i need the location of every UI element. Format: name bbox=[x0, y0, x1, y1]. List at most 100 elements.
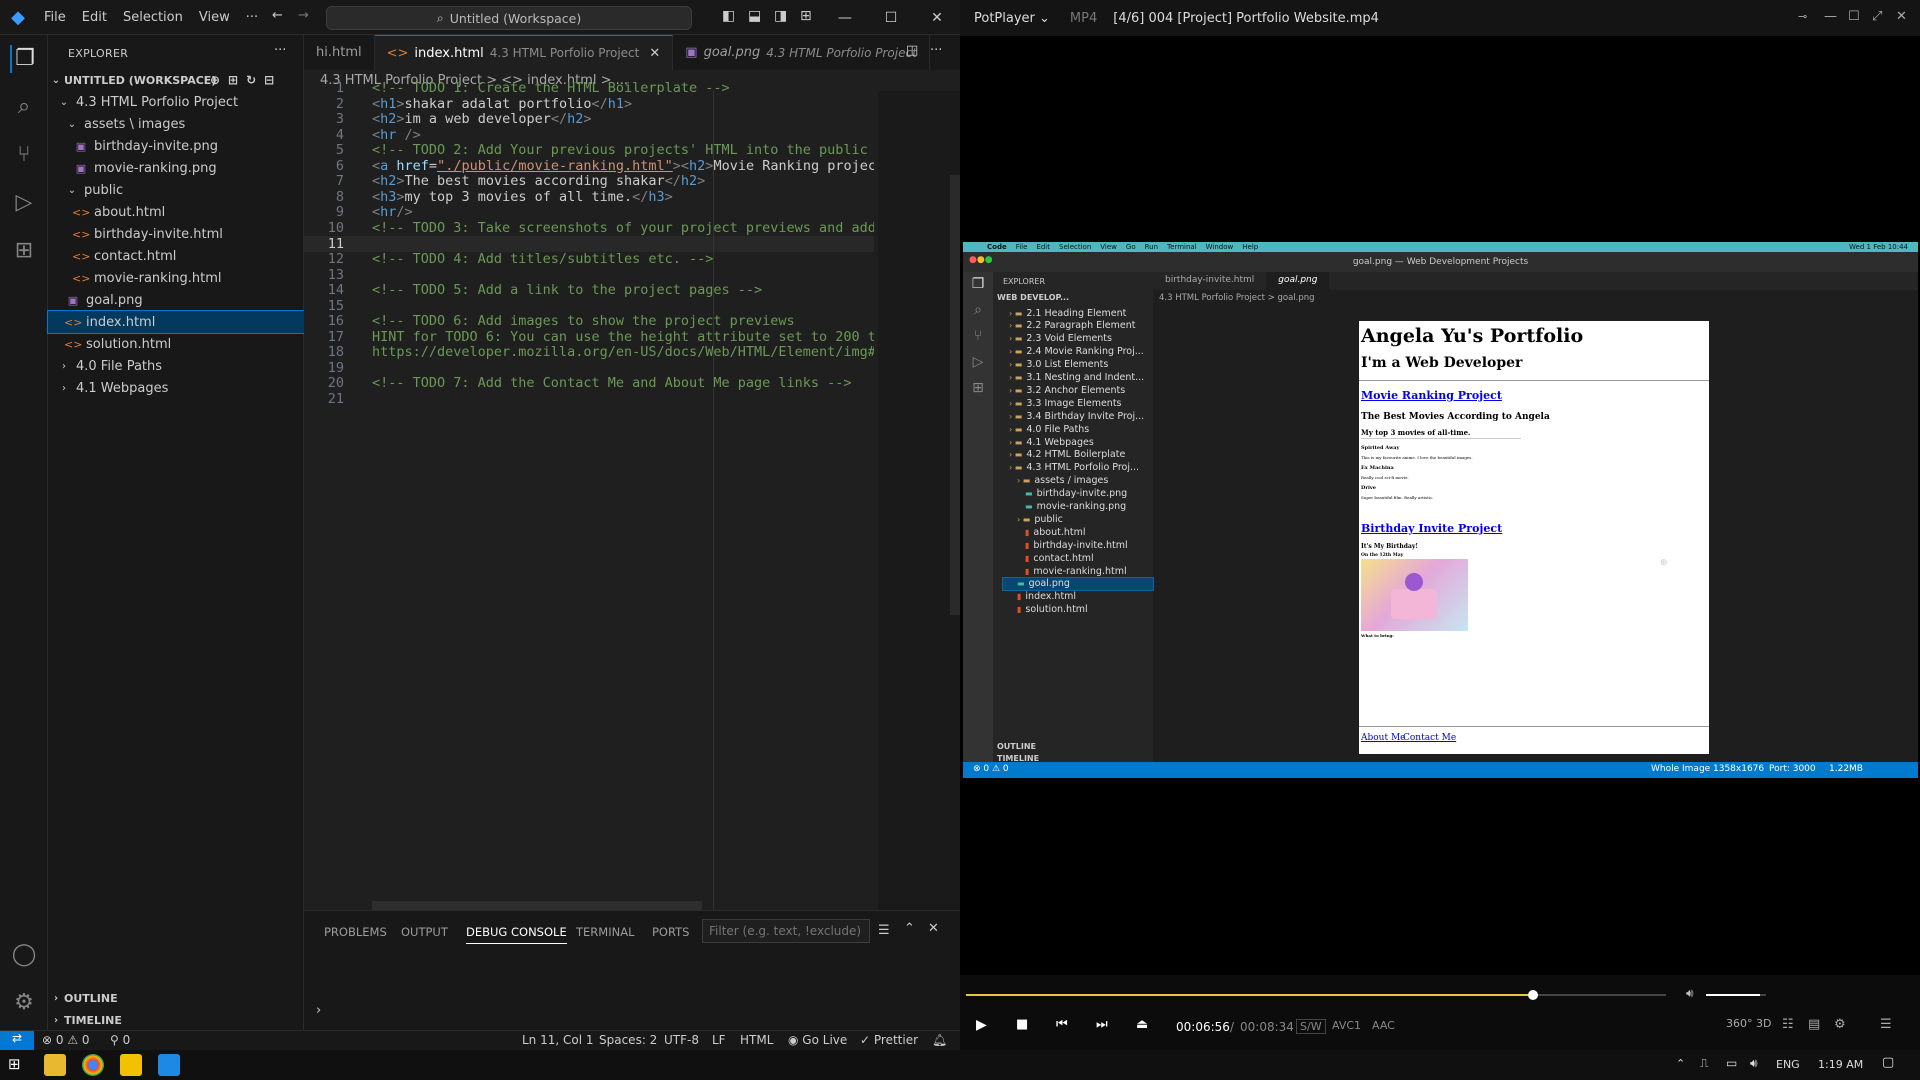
menu-selection[interactable]: Selection bbox=[115, 10, 191, 25]
fullscreen-icon[interactable]: ⤢ bbox=[1872, 9, 1882, 24]
file-explorer-icon[interactable] bbox=[44, 1054, 66, 1076]
minimize-button[interactable]: — bbox=[1824, 9, 1837, 24]
tree-item[interactable]: <> solution.html bbox=[48, 333, 304, 355]
horizontal-scrollbar[interactable] bbox=[372, 901, 702, 910]
notifications-bell-icon[interactable]: 🔔︎ bbox=[932, 1033, 947, 1047]
vscode-taskbar-icon[interactable] bbox=[158, 1054, 180, 1076]
codec-sw[interactable]: S/W bbox=[1296, 1019, 1326, 1034]
monitor-icon[interactable]: ▭ bbox=[1726, 1056, 1737, 1070]
tab-index-html[interactable]: <> index.html 4.3 HTML Porfolio Project … bbox=[374, 35, 674, 70]
menu-icon[interactable]: ☰ bbox=[1880, 1017, 1892, 1032]
toggle-panel-icon[interactable]: ⬓ bbox=[748, 8, 761, 24]
seek-bar[interactable] bbox=[966, 990, 1666, 1000]
notification-center-icon[interactable]: ▢ bbox=[1882, 1055, 1894, 1070]
tree-item[interactable]: ⌄ public bbox=[48, 179, 304, 201]
settings-gear-icon[interactable]: ⚙ bbox=[1834, 1017, 1846, 1032]
toggle-sidebar-icon[interactable]: ◧ bbox=[722, 8, 735, 24]
vertical-scrollbar[interactable] bbox=[950, 175, 960, 615]
timeline-section[interactable]: › TIMELINE bbox=[48, 1009, 304, 1031]
tab-problems[interactable]: PROBLEMS bbox=[324, 925, 387, 939]
tree-item[interactable]: › 4.1 Webpages bbox=[48, 377, 304, 399]
split-editor-icon[interactable]: ◫ bbox=[906, 43, 918, 58]
play-button[interactable]: ▶ bbox=[976, 1017, 987, 1033]
playlist-icon[interactable]: ☷ bbox=[1782, 1017, 1794, 1032]
codec-video[interactable]: AVC1 bbox=[1332, 1019, 1361, 1032]
line-ending[interactable]: LF bbox=[712, 1033, 726, 1047]
next-button[interactable]: ⏭︎ bbox=[1096, 1017, 1108, 1032]
prettier-button[interactable]: ✓ Prettier bbox=[860, 1033, 918, 1047]
tree-item[interactable]: ▣ movie-ranking.png bbox=[48, 157, 304, 179]
run-debug-icon[interactable]: ▷ bbox=[10, 189, 38, 217]
tab-hi-html[interactable]: hi.html bbox=[304, 35, 375, 70]
vr-360-icon[interactable]: 360° bbox=[1726, 1017, 1753, 1030]
back-arrow-icon[interactable]: ← bbox=[272, 8, 283, 23]
tab-ports[interactable]: PORTS bbox=[652, 925, 689, 939]
tree-item[interactable]: <> index.html bbox=[47, 310, 305, 334]
pin-icon[interactable]: ⊸ bbox=[1798, 10, 1807, 23]
tree-item[interactable]: <> about.html bbox=[48, 201, 304, 223]
more-actions-icon[interactable]: ··· bbox=[274, 43, 286, 58]
close-window-button[interactable]: ✕ bbox=[1896, 9, 1907, 24]
stop-button[interactable]: ■ bbox=[1016, 1017, 1028, 1032]
explorer-actions-icon[interactable]: ⊕⊞↻⊟ bbox=[210, 73, 282, 87]
outline-section[interactable]: › OUTLINE bbox=[48, 987, 304, 1009]
extensions-icon[interactable]: ⊞ bbox=[10, 237, 38, 265]
tree-item[interactable]: ⌄ 4.3 HTML Porfolio Project bbox=[48, 91, 304, 113]
language-indicator[interactable]: ENG bbox=[1776, 1058, 1800, 1071]
tab-terminal[interactable]: TERMINAL bbox=[576, 925, 634, 939]
filter-input[interactable] bbox=[702, 919, 870, 943]
3d-icon[interactable]: 3D bbox=[1756, 1017, 1771, 1030]
minimize-button[interactable]: — bbox=[822, 0, 868, 35]
problems-status[interactable]: ⊗ 0 ⚠ 0 bbox=[42, 1033, 90, 1047]
maximize-panel-icon[interactable]: ⌃ bbox=[904, 921, 915, 936]
list-view-icon[interactable]: ☰ bbox=[878, 923, 890, 938]
tree-item[interactable]: › 4.0 File Paths bbox=[48, 355, 304, 377]
tree-item[interactable]: <> birthday-invite.html bbox=[48, 223, 304, 245]
codec-audio[interactable]: AAC bbox=[1372, 1019, 1395, 1032]
eject-button[interactable]: ⏏︎ bbox=[1136, 1017, 1148, 1032]
forward-arrow-icon[interactable]: → bbox=[298, 8, 309, 23]
chrome-icon[interactable] bbox=[82, 1054, 104, 1076]
menu-file[interactable]: File bbox=[36, 10, 74, 25]
close-panel-icon[interactable]: ✕ bbox=[928, 921, 939, 936]
minimap[interactable] bbox=[878, 91, 960, 911]
go-live-button[interactable]: ◉ Go Live bbox=[788, 1033, 847, 1047]
workspace-header[interactable]: ⌄ UNTITLED (WORKSPACE) ⊕⊞↻⊟ bbox=[48, 69, 304, 91]
volume-icon[interactable]: 🔊︎ bbox=[1750, 1056, 1758, 1071]
tree-item[interactable]: ⌄ assets \ images bbox=[48, 113, 304, 135]
language-mode[interactable]: HTML bbox=[740, 1033, 773, 1047]
network-icon[interactable]: ⎍ bbox=[1700, 1056, 1708, 1071]
volume-slider[interactable] bbox=[1706, 994, 1766, 996]
indent-setting[interactable]: Spaces: 2 bbox=[599, 1033, 657, 1047]
subtitle-icon[interactable]: ▤ bbox=[1808, 1017, 1820, 1032]
account-icon[interactable]: ◯ bbox=[10, 941, 38, 969]
menu-more[interactable]: ··· bbox=[238, 10, 266, 25]
encoding[interactable]: UTF-8 bbox=[664, 1033, 699, 1047]
remote-icon[interactable]: ⇄ bbox=[0, 1031, 34, 1050]
explorer-icon[interactable]: ❐ bbox=[10, 45, 38, 73]
potplayer-menu-button[interactable]: PotPlayer ⌄ bbox=[974, 11, 1050, 26]
chevron-up-icon[interactable]: ⌃ bbox=[1676, 1057, 1685, 1070]
more-actions-icon[interactable]: ··· bbox=[930, 43, 942, 58]
tab-goal-png[interactable]: ▣ goal.png 4.3 HTML Porfolio Project bbox=[673, 35, 930, 70]
source-control-icon[interactable]: ⑂ bbox=[10, 141, 38, 169]
tab-output[interactable]: OUTPUT bbox=[401, 925, 448, 939]
previous-button[interactable]: ⏮︎ bbox=[1056, 1017, 1068, 1032]
search-icon[interactable]: ⌕ bbox=[10, 93, 38, 121]
chevron-right-icon[interactable]: › bbox=[316, 1003, 321, 1018]
tree-item[interactable]: ▣ birthday-invite.png bbox=[48, 135, 304, 157]
windows-start-icon[interactable]: ⊞ bbox=[8, 1055, 21, 1073]
potplayer-icon[interactable] bbox=[120, 1054, 142, 1076]
cursor-position[interactable]: Ln 11, Col 1 bbox=[522, 1033, 594, 1047]
maximize-button[interactable]: ☐ bbox=[868, 0, 914, 35]
ports-status[interactable]: ⚲ 0 bbox=[110, 1033, 130, 1047]
tree-item[interactable]: ▣ goal.png bbox=[48, 289, 304, 311]
menu-view[interactable]: View bbox=[191, 10, 238, 25]
menu-edit[interactable]: Edit bbox=[74, 10, 115, 25]
clock[interactable]: 1:19 AM bbox=[1818, 1058, 1863, 1071]
close-window-button[interactable]: ✕ bbox=[914, 0, 960, 35]
command-center[interactable]: ⌕ Untitled (Workspace) bbox=[326, 6, 692, 30]
volume-icon[interactable]: 🔊︎ bbox=[1686, 986, 1694, 1001]
close-tab-icon[interactable]: ✕ bbox=[649, 46, 660, 61]
settings-gear-icon[interactable]: ⚙ bbox=[10, 989, 38, 1017]
